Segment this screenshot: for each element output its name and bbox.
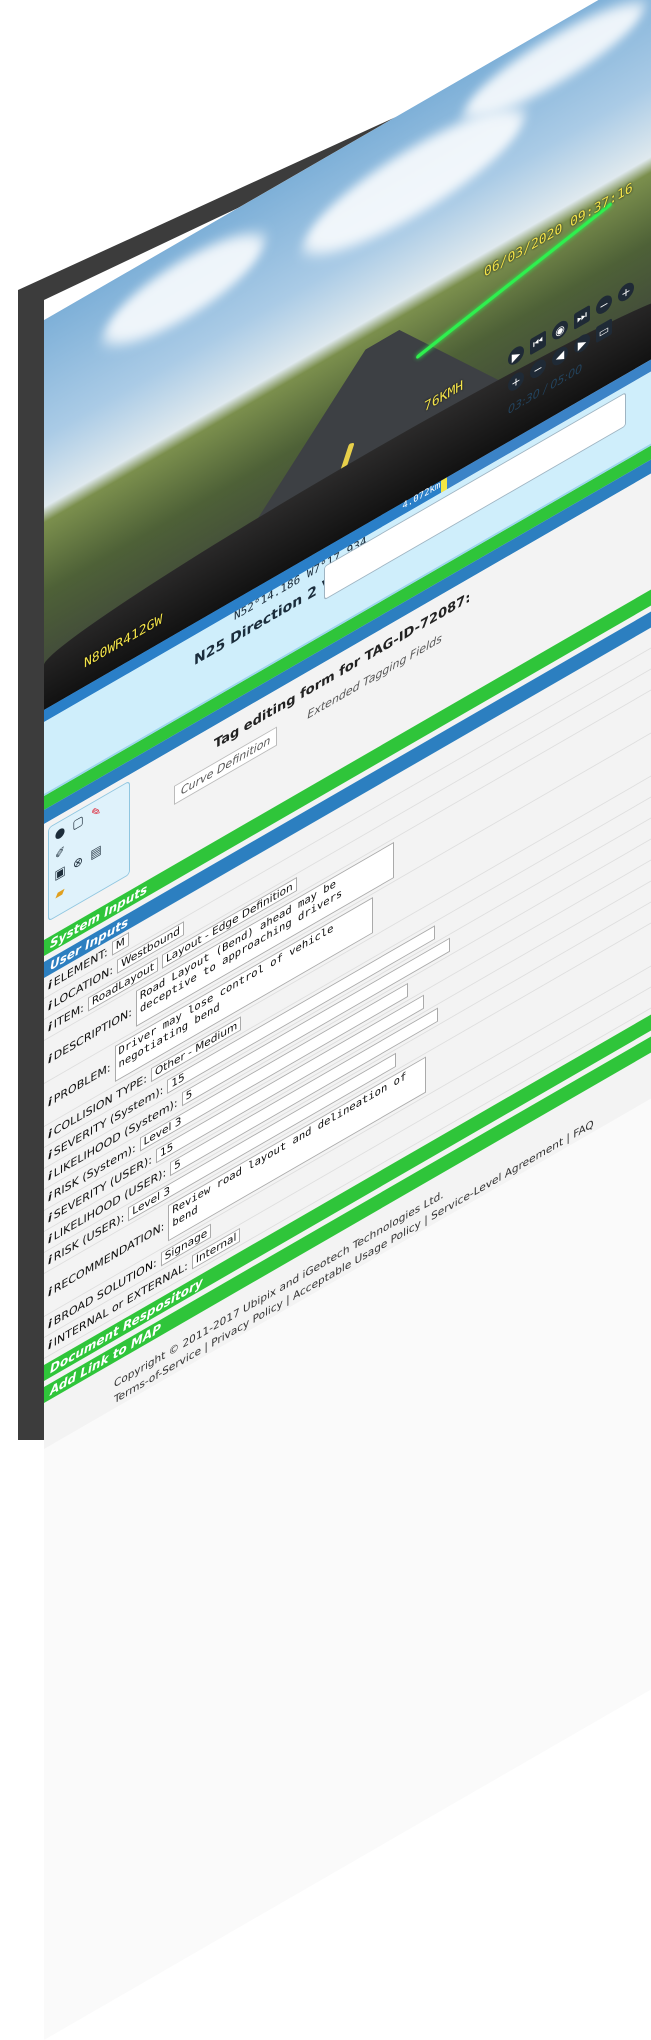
rewind-icon[interactable]: ◀	[552, 343, 568, 369]
folder-icon[interactable]: ▰	[53, 882, 67, 904]
image-icon[interactable]: ▤	[89, 841, 103, 863]
forward-icon[interactable]: ▶	[574, 330, 590, 357]
zoom-out-icon[interactable]: −	[596, 292, 612, 318]
edit-icon[interactable]: ✐	[53, 842, 67, 864]
screen-icon[interactable]: ▭	[596, 318, 612, 344]
cancel-icon[interactable]: ⊗	[71, 851, 85, 873]
pen-icon[interactable]: ✎	[89, 801, 103, 823]
zoom-in-icon[interactable]: +	[618, 279, 634, 305]
play-icon[interactable]: ▶	[508, 342, 524, 369]
select-icon[interactable]: ▢	[71, 811, 85, 833]
app-screen: N80WR412GW 06/03/2020 09:37:16 76KMH ▶ ⏮…	[44, 0, 651, 2040]
datetime-label: 06/03/2020 09:37:16	[484, 180, 633, 281]
skip-back-icon[interactable]: ⏮	[530, 330, 546, 356]
add-icon[interactable]: ●	[53, 822, 67, 844]
skip-forward-icon[interactable]: ⏭	[574, 304, 590, 331]
minus-icon[interactable]: −	[530, 356, 546, 382]
save-icon[interactable]: ▣	[53, 862, 67, 884]
record-icon[interactable]: ◉	[552, 317, 568, 343]
plus-icon[interactable]: +	[508, 368, 524, 395]
